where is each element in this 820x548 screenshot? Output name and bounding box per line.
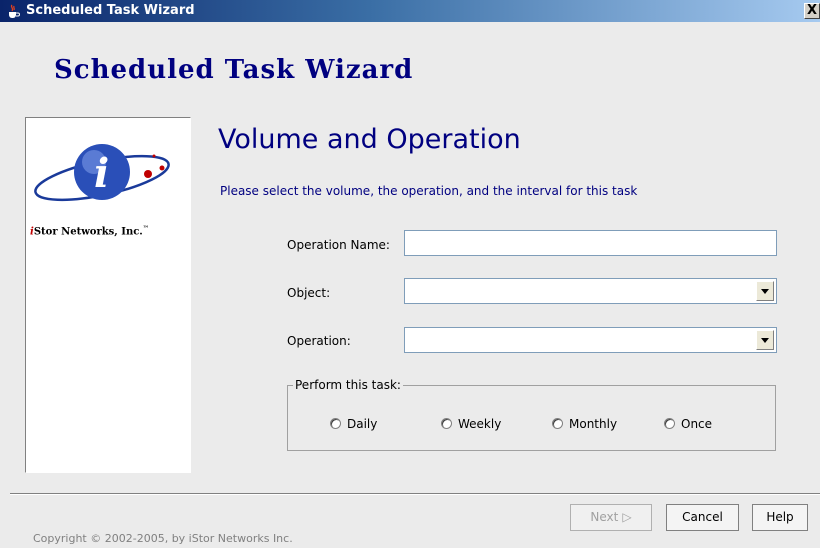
radio-icon[interactable] — [441, 418, 452, 429]
next-arrow-icon: ▷ — [622, 510, 632, 524]
cancel-button[interactable]: Cancel — [666, 504, 739, 531]
radio-icon[interactable] — [330, 418, 341, 429]
window-title: Scheduled Task Wizard — [26, 3, 195, 18]
schedule-legend: Perform this task: — [293, 378, 403, 392]
instructions-text: Please select the volume, the operation,… — [220, 184, 638, 198]
copyright-text: Copyright © 2002-2005, by iStor Networks… — [33, 532, 293, 545]
object-dropdown[interactable] — [404, 278, 777, 304]
title-bar[interactable]: Scheduled Task Wizard X — [0, 0, 820, 22]
footer-divider — [10, 493, 820, 495]
operation-name-label: Operation Name: — [287, 238, 390, 252]
object-label: Object: — [287, 286, 331, 300]
section-title: Volume and Operation — [218, 124, 521, 155]
schedule-groupbox: Perform this task: Daily Weekly Monthly … — [287, 378, 776, 451]
java-cup-icon — [9, 4, 20, 18]
svg-text:i: i — [94, 150, 109, 197]
help-button[interactable]: Help — [752, 504, 808, 531]
radio-icon[interactable] — [664, 418, 675, 429]
operation-dropdown[interactable] — [404, 327, 777, 353]
operation-label: Operation: — [287, 334, 351, 348]
radio-icon[interactable] — [552, 418, 563, 429]
operation-name-input[interactable] — [404, 230, 777, 256]
wizard-heading: Scheduled Task Wizard — [54, 55, 414, 85]
chevron-down-icon[interactable] — [756, 330, 774, 350]
close-button[interactable]: X — [804, 3, 820, 19]
company-name: iStor Networks, Inc.™ — [30, 225, 149, 238]
next-button[interactable]: Next ▷ — [570, 504, 652, 531]
close-icon: X — [806, 3, 818, 18]
company-logo-icon: i — [34, 144, 170, 202]
chevron-down-icon[interactable] — [756, 281, 774, 301]
logo-panel: i iStor Networks, Inc.™ — [25, 117, 191, 473]
